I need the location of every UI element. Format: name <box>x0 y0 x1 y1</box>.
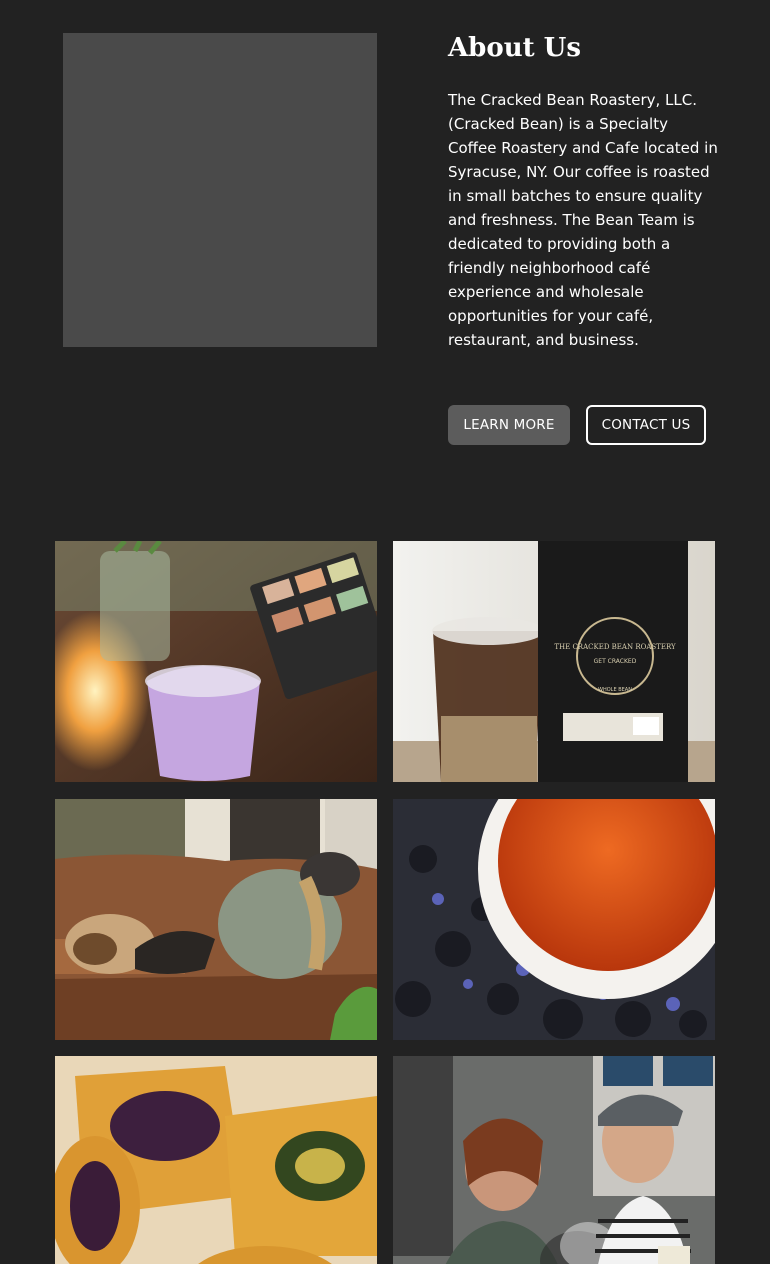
gallery-photo-two-people[interactable] <box>393 1056 715 1264</box>
about-body-text: The Cracked Bean Roastery, LLC. (Cracked… <box>448 91 718 349</box>
contact-us-button[interactable]: CONTACT US <box>586 405 706 445</box>
gallery-photo-coffee-bag[interactable]: THE CRACKED BEAN ROASTERY GET CRACKED WH… <box>393 541 715 782</box>
about-title: About Us <box>448 33 581 63</box>
about-image-placeholder <box>63 33 377 347</box>
learn-more-button[interactable]: LEARN MORE <box>448 405 570 445</box>
gallery-photo-pastries[interactable] <box>55 1056 377 1264</box>
gallery-photo-dog-couch[interactable] <box>55 799 377 1040</box>
gallery-photo-lavender-drink[interactable] <box>55 541 377 782</box>
about-section: About Us The Cracked Bean Roastery, LLC.… <box>448 30 718 352</box>
coffee-bag-type: WHOLE BEAN <box>598 687 632 693</box>
coffee-bag-tagline: GET CRACKED <box>594 658 637 665</box>
coffee-bag-brand: THE CRACKED BEAN ROASTERY <box>554 643 676 651</box>
gallery-photo-tea-cup[interactable] <box>393 799 715 1040</box>
